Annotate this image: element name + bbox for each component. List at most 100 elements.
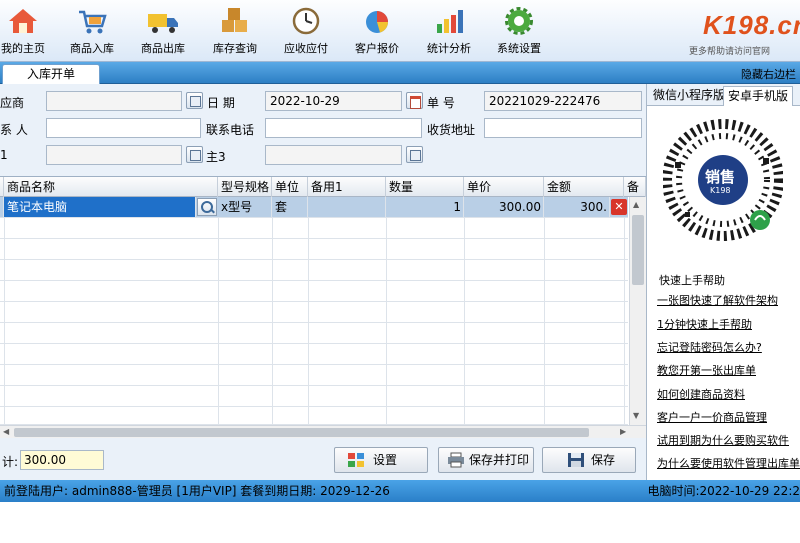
date-field[interactable]: 2022-10-29	[265, 91, 402, 111]
supplier-label: 应商	[0, 96, 25, 110]
toolbar-receivable-label: 应收应付	[284, 42, 328, 55]
right-help-panel: 微信小程序版 安卓手机版 销售 K198 快速上手帮助 一张图快速了解软件架构 …	[646, 84, 800, 480]
remark3-label: 主3	[206, 150, 226, 164]
qr-badge-subtext: K198	[710, 186, 731, 195]
scroll-right-icon[interactable]: ▶	[620, 427, 626, 436]
chart-pie-icon	[360, 6, 394, 36]
cell-amount[interactable]: 300.	[544, 197, 610, 217]
settings-button[interactable]: 设置	[334, 447, 428, 473]
cart-icon	[75, 6, 109, 36]
order-header-form: 应商 日 期 2022-10-29 单 号 20221029-222476 系 …	[0, 84, 646, 176]
toolbar-quote-button[interactable]: 客户报价	[342, 6, 412, 58]
toolbar-statistics-button[interactable]: 统计分析	[414, 6, 484, 58]
logo-text: K198.cn	[703, 10, 800, 40]
help-link-customer-price[interactable]: 客户一户一价商品管理	[657, 409, 767, 425]
row3-picker-button[interactable]	[186, 146, 203, 163]
supplier-picker-button[interactable]	[186, 92, 203, 109]
main-toolbar: 我的主页 商品入库 商品出库 库存查询 应收应付 客户报价 统计分析 系统设置 …	[0, 0, 800, 62]
cell-unit-price[interactable]: 300.00	[464, 197, 544, 217]
gear-icon	[502, 6, 536, 36]
help-link-first-order[interactable]: 教您开第一张出库单	[657, 362, 756, 378]
supplier-field[interactable]	[46, 91, 182, 111]
table-row[interactable]: 笔记本电脑 x型号 套 1 300.00 300. ✕	[0, 197, 628, 218]
desktop-background	[0, 502, 800, 543]
order-no-field[interactable]: 20221029-222476	[484, 91, 642, 111]
horizontal-scroll-thumb[interactable]	[14, 428, 589, 437]
header-amount[interactable]: 金额	[544, 177, 624, 197]
contact-field[interactable]	[46, 118, 201, 138]
toolbar-inventory-button[interactable]: 库存查询	[200, 6, 270, 58]
row3-label: 1	[0, 148, 8, 162]
toolbar-settings-label: 系统设置	[497, 42, 541, 55]
toolbar-stock-out-button[interactable]: 商品出库	[128, 6, 198, 58]
toolbar-stock-out-label: 商品出库	[141, 42, 185, 55]
tab-wechat-miniprogram[interactable]: 微信小程序版	[649, 86, 729, 106]
scroll-up-icon[interactable]: ▲	[633, 200, 639, 209]
help-link-quickstart[interactable]: 1分钟快速上手帮助	[657, 316, 752, 332]
document-tabbar: 入库开单 隐藏右边栏	[0, 62, 800, 84]
status-bar: 前登陆用户: admin888-管理员 [1用户VIP] 套餐到期日期: 202…	[0, 480, 800, 502]
save-button-label: 保存	[591, 453, 616, 467]
header-unit[interactable]: 单位	[272, 177, 308, 197]
tab-stock-in-order[interactable]: 入库开单	[2, 64, 100, 84]
calendar-button[interactable]	[406, 92, 423, 109]
cell-quantity[interactable]: 1	[386, 197, 464, 217]
qr-badge-text: 销售	[705, 168, 736, 186]
help-link-architecture[interactable]: 一张图快速了解软件架构	[657, 292, 778, 308]
settings-button-label: 设置	[373, 453, 398, 467]
row3-field[interactable]	[46, 145, 182, 165]
address-label: 收货地址	[427, 123, 476, 137]
toolbar-home-label: 我的主页	[1, 42, 45, 55]
total-label: 计:	[2, 455, 19, 469]
cell-unit[interactable]: 套	[272, 197, 308, 217]
printer-icon	[447, 452, 465, 468]
header-model[interactable]: 型号规格	[218, 177, 272, 197]
tab-android[interactable]: 安卓手机版	[723, 86, 794, 106]
date-label: 日 期	[207, 96, 235, 110]
status-clock: 电脑时间:2022-10-29 22:2	[647, 484, 800, 498]
grid-horizontal-scrollbar[interactable]: ◀ ▶	[0, 425, 646, 438]
help-link-why-buy[interactable]: 试用到期为什么要购买软件	[657, 432, 789, 448]
vertical-scroll-thumb[interactable]	[632, 215, 644, 285]
delete-row-icon[interactable]: ✕	[611, 199, 627, 215]
header-unit-price[interactable]: 单价	[464, 177, 544, 197]
remark3-picker-button[interactable]	[406, 146, 423, 163]
toolbar-settings-button[interactable]: 系统设置	[484, 6, 554, 58]
toolbar-inventory-label: 库存查询	[213, 42, 257, 55]
remark3-field[interactable]	[265, 145, 402, 165]
toolbar-home-button[interactable]: 我的主页	[0, 6, 58, 58]
help-link-create-product[interactable]: 如何创建商品资料	[657, 386, 745, 402]
cell-spare1[interactable]	[308, 197, 386, 217]
clock-icon	[289, 6, 323, 36]
save-print-button[interactable]: 保存并打印	[438, 447, 534, 473]
header-remark[interactable]: 备	[624, 177, 646, 197]
toolbar-receivable-button[interactable]: 应收应付	[271, 6, 341, 58]
floppy-disk-icon	[567, 452, 585, 468]
qr-code: 销售 K198	[662, 112, 784, 252]
save-button[interactable]: 保存	[542, 447, 636, 473]
toolbar-stock-in-button[interactable]: 商品入库	[57, 6, 127, 58]
scroll-left-icon[interactable]: ◀	[3, 427, 9, 436]
help-link-why-use[interactable]: 为什么要使用软件管理出库单	[657, 455, 800, 471]
home-icon	[6, 6, 40, 36]
scroll-down-icon[interactable]: ▼	[633, 411, 639, 420]
hide-right-panel-link[interactable]: 隐藏右边栏	[741, 66, 796, 82]
help-link-forgot-password[interactable]: 忘记登陆密码怎么办?	[657, 339, 762, 355]
header-spare1[interactable]: 备用1	[308, 177, 386, 197]
product-grid: 商品名称 型号规格 单位 备用1 数量 单价 金额 备 笔记本电脑 x型号 套 …	[0, 176, 646, 438]
cell-model[interactable]: x型号	[218, 197, 272, 217]
grid-column-lines	[4, 218, 625, 425]
status-user-info: 前登陆用户: admin888-管理员 [1用户VIP] 套餐到期日期: 202…	[4, 484, 390, 498]
product-lookup-icon[interactable]	[197, 198, 217, 216]
grid-vertical-scrollbar[interactable]: ▲ ▼	[629, 197, 646, 425]
cell-product-name[interactable]: 笔记本电脑	[4, 197, 196, 217]
phone-field[interactable]	[265, 118, 422, 138]
boxes-icon	[218, 6, 252, 36]
header-quantity[interactable]: 数量	[386, 177, 464, 197]
contact-label: 系 人	[0, 123, 28, 137]
header-product-name[interactable]: 商品名称	[4, 177, 218, 197]
logo-subtitle: 更多帮助请访问官网	[689, 47, 771, 57]
address-field[interactable]	[484, 118, 642, 138]
toolbar-quote-label: 客户报价	[355, 42, 399, 55]
total-field[interactable]: 300.00	[20, 450, 104, 470]
